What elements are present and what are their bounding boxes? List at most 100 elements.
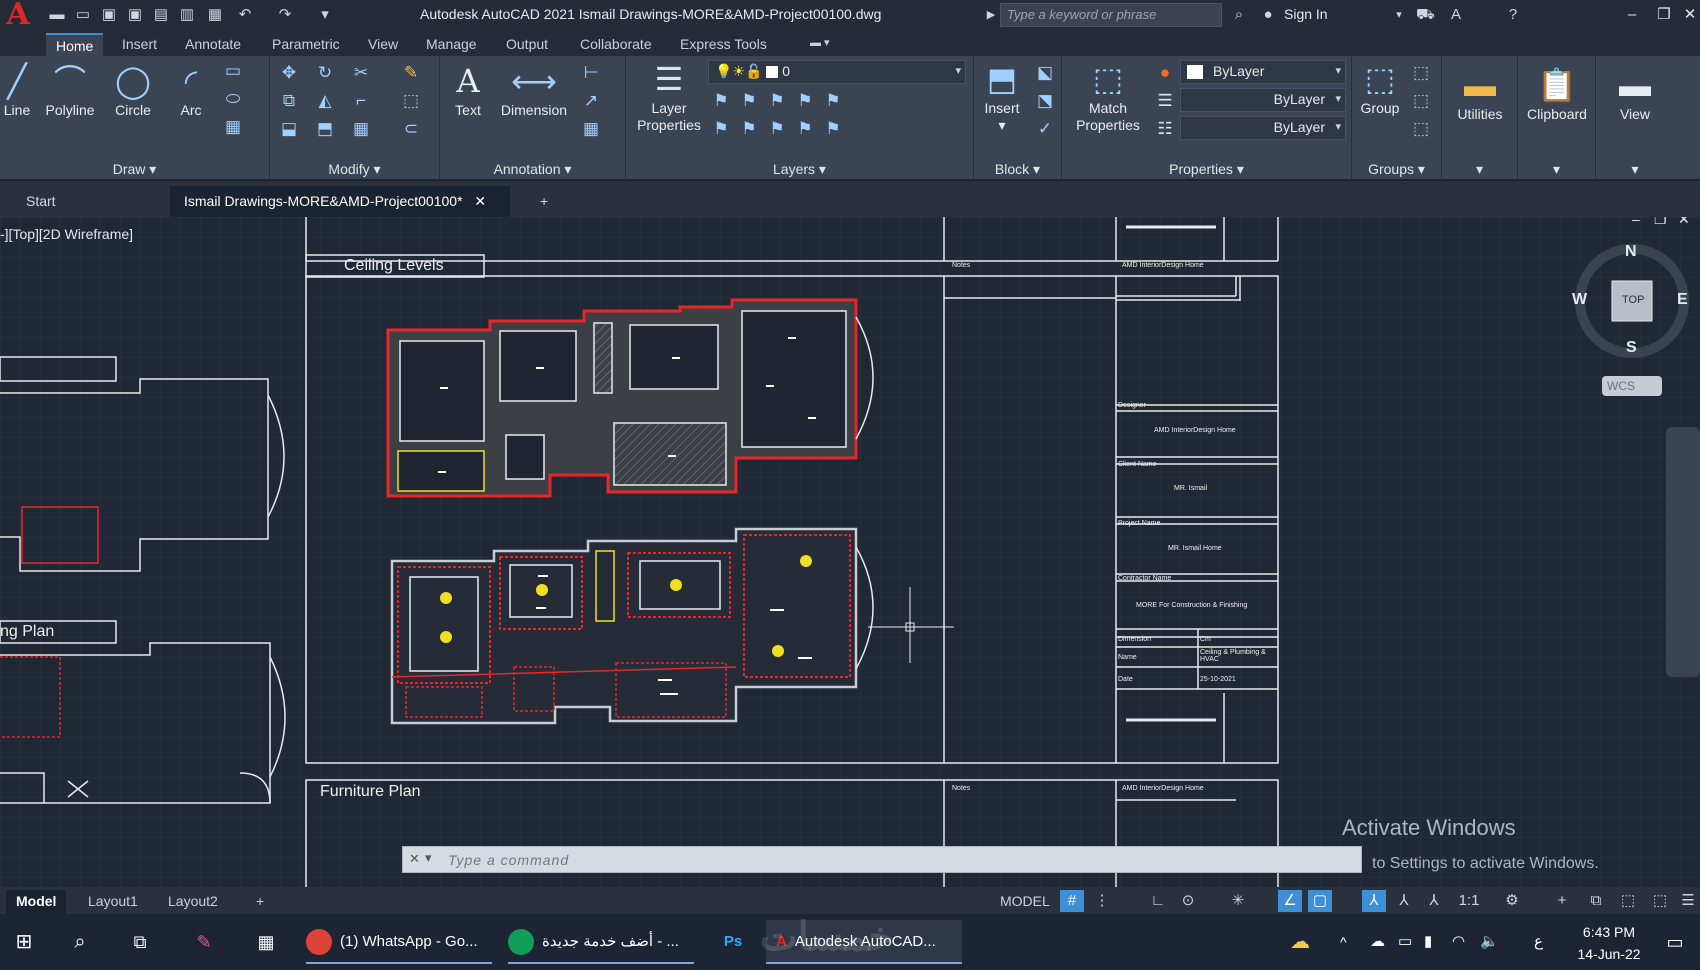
- utilities-dropdown-icon[interactable]: ▾: [1442, 158, 1517, 180]
- model-space-toggle[interactable]: MODEL: [990, 890, 1060, 914]
- snap-icon[interactable]: ⋮: [1090, 890, 1114, 912]
- viewport-restore-icon[interactable]: ❐: [1654, 217, 1667, 228]
- compass-west[interactable]: W: [1572, 291, 1587, 309]
- color-wheel-icon[interactable]: ●: [1154, 62, 1176, 84]
- rotate-icon[interactable]: ↻: [314, 62, 336, 84]
- command-line[interactable]: ✕ ▾ Type a command: [402, 846, 1362, 873]
- display-icon[interactable]: ▭: [1398, 920, 1412, 964]
- edit-attributes-icon[interactable]: ✓: [1034, 118, 1056, 140]
- insert-tool[interactable]: ⬒ Insert ▾: [976, 60, 1028, 134]
- layer-lock-icon[interactable]: ⚑: [794, 90, 816, 112]
- lineweight-dropdown[interactable]: ByLayer ▾: [1180, 88, 1346, 112]
- group-tool[interactable]: ⬚ Group: [1354, 60, 1406, 117]
- view-button[interactable]: ▬ View: [1596, 66, 1674, 123]
- tab-manage[interactable]: Manage: [416, 33, 487, 56]
- create-block-icon[interactable]: ⬕: [1034, 62, 1056, 84]
- compass-north[interactable]: N: [1625, 243, 1637, 261]
- viewport-minimize-icon[interactable]: –: [1632, 217, 1640, 227]
- viewport-close-icon[interactable]: ✕: [1678, 217, 1690, 228]
- minimize-button[interactable]: –: [1618, 3, 1646, 27]
- paint-app-icon[interactable]: ✎: [188, 920, 220, 964]
- array-icon[interactable]: ▦: [350, 118, 372, 140]
- plot-icon[interactable]: ▦: [206, 6, 224, 24]
- layer-isolate-icon[interactable]: ⚑: [738, 90, 760, 112]
- command-close-icon[interactable]: ✕: [409, 851, 420, 867]
- clipboard-button[interactable]: 📋 Clipboard: [1518, 66, 1596, 123]
- restore-button[interactable]: ❐: [1650, 3, 1678, 27]
- clipboard-panel[interactable]: 📋 Clipboard ▾: [1518, 56, 1596, 180]
- object-snap-icon[interactable]: ▢: [1308, 890, 1332, 912]
- tab-view[interactable]: View: [358, 33, 408, 56]
- layers-panel-title[interactable]: Layers ▾: [626, 158, 973, 180]
- photoshop-app-icon[interactable]: Ps: [716, 920, 750, 964]
- undo-icon[interactable]: ↶: [236, 6, 254, 24]
- properties-panel-title[interactable]: Properties ▾: [1062, 158, 1351, 180]
- search-icon[interactable]: ⌕: [1230, 6, 1248, 24]
- wcs-label[interactable]: WCS: [1607, 379, 1635, 393]
- compass-south[interactable]: S: [1626, 339, 1637, 357]
- close-button[interactable]: ✕: [1676, 3, 1700, 27]
- ribbon-minimize-icon[interactable]: ▬ ▾: [800, 33, 840, 56]
- customization-menu-icon[interactable]: ☰: [1676, 890, 1700, 912]
- text-tool[interactable]: A Text: [444, 62, 492, 119]
- fillet-icon[interactable]: ⌐: [350, 90, 372, 112]
- layer-unlock-icon[interactable]: ⚑: [794, 118, 816, 140]
- scale-icon[interactable]: ⬒: [314, 118, 336, 140]
- utilities-panel[interactable]: ▬ Utilities ▾: [1442, 56, 1518, 180]
- task-view-icon[interactable]: ⧉: [124, 920, 156, 964]
- new-tab-button[interactable]: +: [526, 186, 562, 217]
- cart-icon[interactable]: ⛟: [1416, 6, 1435, 24]
- language-indicator[interactable]: ع: [1534, 920, 1543, 964]
- rectangle-icon[interactable]: ▭: [222, 60, 244, 82]
- publish-icon[interactable]: ▤: [152, 6, 170, 24]
- mirror-icon[interactable]: ◭: [314, 90, 336, 112]
- linetype-dropdown[interactable]: ByLayer ▾: [1180, 116, 1346, 140]
- object-snap-tracking-icon[interactable]: ∠: [1278, 890, 1302, 912]
- leader-icon[interactable]: ↗: [580, 90, 602, 112]
- calculator-app-icon[interactable]: ▦: [250, 920, 282, 964]
- layout-tab-layout2[interactable]: Layout2: [158, 890, 228, 914]
- annotation-visibility-icon[interactable]: ⅄: [1362, 890, 1386, 912]
- customize-qat-icon[interactable]: ▾: [316, 6, 334, 24]
- plot-preview-icon[interactable]: ▥: [178, 6, 196, 24]
- clock-date[interactable]: 14-Jun-22: [1574, 946, 1644, 962]
- ellipse-icon[interactable]: ⬭: [222, 88, 244, 110]
- auto-scale-icon[interactable]: ⅄: [1392, 890, 1416, 912]
- tab-parametric[interactable]: Parametric: [262, 33, 350, 56]
- layer-unisolate-icon[interactable]: ⚑: [738, 118, 760, 140]
- layout-tab-layout1[interactable]: Layout1: [78, 890, 148, 914]
- polyline-tool[interactable]: ⌒ Polyline: [40, 62, 100, 119]
- units-icon[interactable]: ⧉: [1584, 890, 1608, 912]
- clean-screen-icon[interactable]: ⬚: [1648, 890, 1672, 912]
- save-icon[interactable]: ▣: [100, 6, 118, 24]
- notifications-icon[interactable]: ▭: [1660, 920, 1690, 964]
- drawing-canvas[interactable]: -][Top][2D Wireframe] Ceiling Levels ng …: [0, 217, 1700, 887]
- layer-off-icon[interactable]: ⚑: [710, 90, 732, 112]
- color-dropdown[interactable]: ByLayer ▾: [1180, 60, 1346, 84]
- layer-thaw-icon[interactable]: ⚑: [766, 118, 788, 140]
- groups-panel-title[interactable]: Groups ▾: [1352, 158, 1441, 180]
- utilities-button[interactable]: ▬ Utilities: [1442, 66, 1518, 123]
- taskbar-chrome-whatsapp[interactable]: (1) WhatsApp - Go...: [306, 920, 492, 964]
- onedrive-icon[interactable]: ☁: [1370, 920, 1385, 964]
- move-icon[interactable]: ✥: [278, 62, 300, 84]
- hatch-icon[interactable]: ▦: [222, 116, 244, 138]
- dimension-tool[interactable]: ⟷ Dimension: [496, 62, 572, 119]
- layer-on-icon[interactable]: ⚑: [710, 118, 732, 140]
- ungroup-icon[interactable]: ⬚: [1410, 62, 1432, 84]
- table-icon[interactable]: ▦: [580, 118, 602, 140]
- viewcube-top-face[interactable]: TOP: [1622, 294, 1644, 306]
- stretch-icon[interactable]: ⬓: [278, 118, 300, 140]
- view-panel[interactable]: ▬ View ▾: [1596, 56, 1674, 180]
- command-input[interactable]: Type a command: [448, 852, 569, 868]
- isodraft-icon[interactable]: ✳: [1226, 890, 1250, 912]
- line-tool[interactable]: ╱ Line: [0, 62, 34, 119]
- linear-dim-icon[interactable]: ⊢: [580, 62, 602, 84]
- block-panel-title[interactable]: Block ▾: [974, 158, 1061, 180]
- layer-copy-icon[interactable]: ⚑: [822, 118, 844, 140]
- explode-icon[interactable]: ⬚: [400, 90, 422, 112]
- edit-block-icon[interactable]: ⬔: [1034, 90, 1056, 112]
- modify-panel-title[interactable]: Modify ▾: [270, 158, 439, 180]
- viewport-controls[interactable]: -][Top][2D Wireframe]: [0, 226, 133, 242]
- save-as-icon[interactable]: ▣: [126, 6, 144, 24]
